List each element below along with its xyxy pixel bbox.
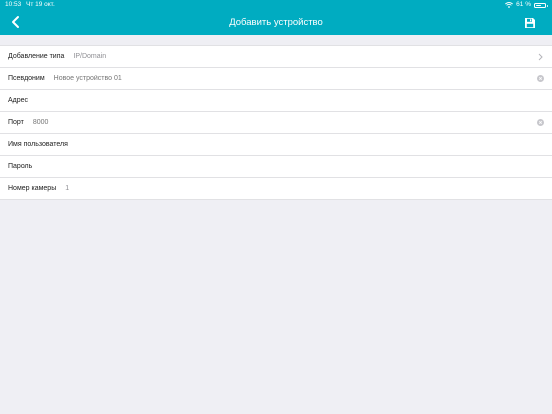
alias-input[interactable] <box>53 75 354 82</box>
address-input[interactable] <box>37 97 338 104</box>
port-input[interactable] <box>32 119 333 126</box>
floppy-disk-icon <box>525 18 535 28</box>
status-time: 10:53 <box>5 1 22 8</box>
nav-bar: 10:53 Чт 19 окт. 61 % Добавить устройств… <box>0 0 552 35</box>
wifi-icon <box>505 2 514 8</box>
clear-circle-icon <box>539 121 542 124</box>
row-add-type[interactable]: Добавление типа IP/Domain <box>0 46 552 68</box>
row-alias[interactable]: Псевдоним <box>0 68 552 90</box>
row-password[interactable]: Пароль <box>0 156 552 178</box>
add-type-label: Добавление типа <box>8 53 65 60</box>
add-type-value: IP/Domain <box>73 53 107 60</box>
username-input[interactable] <box>76 141 377 148</box>
row-port[interactable]: Порт <box>0 112 552 134</box>
password-input[interactable] <box>41 163 342 170</box>
camera-number-value: 1 <box>65 185 70 192</box>
page-title: Добавить устройство <box>229 17 323 28</box>
save-button[interactable] <box>524 16 536 28</box>
port-label: Порт <box>8 119 24 126</box>
clear-circle-icon <box>539 77 542 80</box>
address-label: Адрес <box>8 97 29 104</box>
battery-fill <box>536 4 541 6</box>
battery-icon <box>534 2 548 8</box>
battery-percent: 61 % <box>516 1 531 8</box>
username-label: Имя пользователя <box>8 141 68 148</box>
row-address[interactable]: Адрес <box>0 90 552 112</box>
status-right: 61 % <box>505 0 548 10</box>
device-form: Добавление типа IP/Domain Псевдоним Адре… <box>0 45 552 200</box>
chevron-right-icon <box>538 53 543 61</box>
battery-tip <box>546 4 548 7</box>
status-bar: 10:53 Чт 19 окт. 61 % <box>0 0 552 10</box>
clear-port-button[interactable] <box>537 119 544 126</box>
camera-number-label: Номер камеры <box>8 185 57 192</box>
password-label: Пароль <box>8 163 33 170</box>
alias-label: Псевдоним <box>8 75 45 82</box>
status-date: Чт 19 окт. <box>26 1 55 8</box>
row-camera-number[interactable]: Номер камеры 1 <box>0 178 552 200</box>
app-window: 10:53 Чт 19 окт. 61 % Добавить устройств… <box>0 0 552 414</box>
row-username[interactable]: Имя пользователя <box>0 134 552 156</box>
clear-alias-button[interactable] <box>537 75 544 82</box>
